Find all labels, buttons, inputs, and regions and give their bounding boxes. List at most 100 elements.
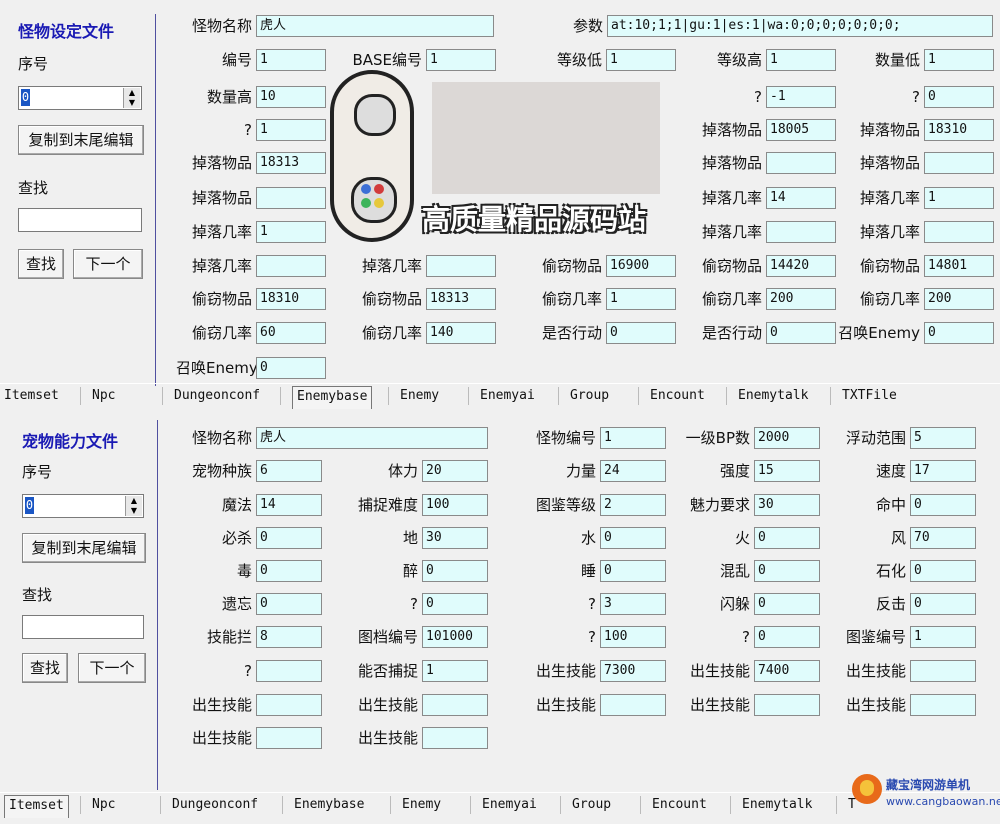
top-seq-spinner[interactable]: 0 ▲ ▼: [18, 86, 142, 110]
top-field-input[interactable]: 1: [766, 49, 836, 71]
bottom-field-input[interactable]: [256, 660, 322, 682]
top-field-input[interactable]: 1: [924, 187, 994, 209]
tab-enemybase[interactable]: Enemybase: [292, 386, 373, 409]
bottom-field-input[interactable]: [256, 727, 322, 749]
tab-enemytalk[interactable]: Enemytalk: [742, 795, 812, 817]
top-seq-value[interactable]: 0: [21, 89, 30, 106]
top-field-input[interactable]: at:10;1;1|gu:1|es:1|wa:0;0;0;0;0;0;0;: [607, 15, 993, 37]
bottom-field-input[interactable]: 7400: [754, 660, 820, 682]
bottom-field-input[interactable]: 5: [910, 427, 976, 449]
tab-dungeonconf[interactable]: Dungeonconf: [174, 386, 260, 408]
top-field-input[interactable]: 0: [924, 322, 994, 344]
top-field-input[interactable]: [924, 221, 994, 243]
top-search-input[interactable]: [18, 208, 142, 232]
tab-txtfile[interactable]: TXTFile: [842, 386, 897, 408]
bottom-field-input[interactable]: 0: [256, 593, 322, 615]
bottom-field-input[interactable]: 0: [910, 494, 976, 516]
bottom-search-button[interactable]: 查找: [22, 653, 68, 683]
top-field-input[interactable]: 10: [256, 86, 326, 108]
bottom-field-input[interactable]: 7300: [600, 660, 666, 682]
top-field-input[interactable]: 18313: [426, 288, 496, 310]
top-field-input[interactable]: 虎人: [256, 15, 494, 37]
top-field-input[interactable]: 140: [426, 322, 496, 344]
tab-encount[interactable]: Encount: [650, 386, 705, 408]
tab-enemy[interactable]: Enemy: [400, 386, 439, 408]
bottom-field-input[interactable]: 70: [910, 527, 976, 549]
top-field-input[interactable]: 1: [256, 119, 326, 141]
top-field-input[interactable]: [924, 152, 994, 174]
top-field-input[interactable]: 18313: [256, 152, 326, 174]
bottom-field-input[interactable]: 1: [600, 427, 666, 449]
bottom-field-input[interactable]: 100: [600, 626, 666, 648]
bottom-seq-value[interactable]: 0: [25, 497, 34, 514]
top-field-input[interactable]: 60: [256, 322, 326, 344]
bottom-field-input[interactable]: 17: [910, 460, 976, 482]
bottom-field-input[interactable]: 6: [256, 460, 322, 482]
top-field-input[interactable]: 18310: [256, 288, 326, 310]
tab-enemybase[interactable]: Enemybase: [294, 795, 364, 817]
bottom-field-input[interactable]: 14: [256, 494, 322, 516]
tab-enemyai[interactable]: Enemyai: [480, 386, 535, 408]
top-field-input[interactable]: 0: [606, 322, 676, 344]
top-field-input[interactable]: 14: [766, 187, 836, 209]
tab-itemset[interactable]: Itemset: [4, 386, 59, 408]
bottom-field-input[interactable]: [422, 727, 488, 749]
bottom-field-input[interactable]: 3: [600, 593, 666, 615]
bottom-field-input[interactable]: 0: [754, 593, 820, 615]
top-field-input[interactable]: 1: [606, 288, 676, 310]
bottom-field-input[interactable]: 101000: [422, 626, 488, 648]
bottom-field-input[interactable]: 1: [422, 660, 488, 682]
bottom-field-input[interactable]: 0: [910, 593, 976, 615]
top-field-input[interactable]: -1: [766, 86, 836, 108]
bottom-field-input[interactable]: 2: [600, 494, 666, 516]
bottom-search-input[interactable]: [22, 615, 144, 639]
top-field-input[interactable]: 0: [924, 86, 994, 108]
top-field-input[interactable]: [256, 187, 326, 209]
bottom-field-input[interactable]: 0: [910, 560, 976, 582]
top-field-input[interactable]: 0: [766, 322, 836, 344]
top-field-input[interactable]: 18310: [924, 119, 994, 141]
bottom-field-input[interactable]: 30: [422, 527, 488, 549]
bottom-field-input[interactable]: [910, 660, 976, 682]
bottom-field-input[interactable]: 30: [754, 494, 820, 516]
tab-dungeonconf[interactable]: Dungeonconf: [172, 795, 258, 817]
bottom-field-input[interactable]: [910, 694, 976, 716]
tab-npc[interactable]: Npc: [92, 795, 115, 817]
bottom-field-input[interactable]: 0: [754, 527, 820, 549]
tab-group[interactable]: Group: [570, 386, 609, 408]
bottom-field-input[interactable]: 20: [422, 460, 488, 482]
bottom-field-input[interactable]: 0: [754, 626, 820, 648]
bottom-field-input[interactable]: [754, 694, 820, 716]
bottom-field-input[interactable]: 0: [754, 560, 820, 582]
spinner-arrows-icon[interactable]: ▲ ▼: [125, 496, 142, 516]
bottom-field-input[interactable]: 1: [910, 626, 976, 648]
top-field-input[interactable]: 18005: [766, 119, 836, 141]
top-field-input[interactable]: 0: [256, 357, 326, 379]
bottom-field-input[interactable]: 100: [422, 494, 488, 516]
top-search-button[interactable]: 查找: [18, 249, 64, 279]
bottom-copy-to-end-button[interactable]: 复制到末尾编辑: [22, 533, 146, 563]
top-field-input[interactable]: 16900: [606, 255, 676, 277]
bottom-field-input[interactable]: 24: [600, 460, 666, 482]
top-field-input[interactable]: 1: [256, 49, 326, 71]
bottom-field-input[interactable]: 0: [256, 527, 322, 549]
top-field-input[interactable]: 200: [766, 288, 836, 310]
bottom-field-input[interactable]: 0: [422, 593, 488, 615]
top-field-input[interactable]: [426, 255, 496, 277]
top-field-input[interactable]: 14801: [924, 255, 994, 277]
top-field-input[interactable]: 1: [256, 221, 326, 243]
tab-npc[interactable]: Npc: [92, 386, 115, 408]
bottom-field-input[interactable]: 0: [600, 527, 666, 549]
top-field-input[interactable]: [766, 152, 836, 174]
top-next-button[interactable]: 下一个: [73, 249, 143, 279]
bottom-field-input[interactable]: 0: [600, 560, 666, 582]
bottom-field-input[interactable]: 虎人: [256, 427, 488, 449]
tab-group[interactable]: Group: [572, 795, 611, 817]
bottom-field-input[interactable]: [256, 694, 322, 716]
bottom-field-input[interactable]: 2000: [754, 427, 820, 449]
bottom-field-input[interactable]: 0: [256, 560, 322, 582]
top-field-input[interactable]: [256, 255, 326, 277]
tab-enemyai[interactable]: Enemyai: [482, 795, 537, 817]
bottom-seq-spinner[interactable]: 0 ▲ ▼: [22, 494, 144, 518]
top-field-input[interactable]: [766, 221, 836, 243]
